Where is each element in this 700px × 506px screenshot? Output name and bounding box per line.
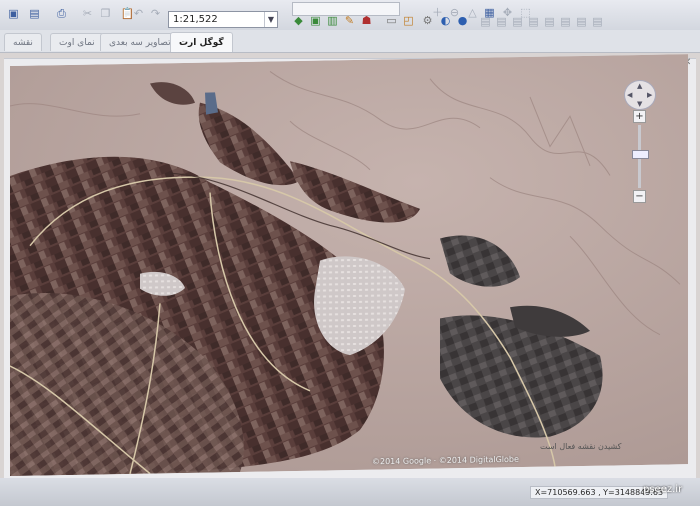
layer-icon[interactable]: ▣ [308,13,323,28]
doc-icon[interactable]: ▭ [384,13,399,28]
satellite-map[interactable] [10,54,688,476]
redo-icon[interactable]: ↷ [148,6,163,21]
tool-e-icon[interactable]: ▤ [542,14,557,29]
pan-up-icon[interactable]: ▲ [637,82,642,90]
save-icon[interactable]: ▣ [6,6,21,21]
pan-right-icon[interactable]: ▶ [647,91,652,99]
undo-icon[interactable]: ↶ [131,6,146,21]
tool-h-icon[interactable]: ▤ [590,14,605,29]
pan-left-icon[interactable]: ◀ [627,91,632,99]
tool-d-icon[interactable]: ▤ [526,14,541,29]
tab-label: گوگل ارت [179,37,224,48]
info-icon[interactable]: ● [455,13,470,28]
tab-map[interactable]: نقشه [4,33,42,51]
pan-control[interactable]: ▲ ◀ ▶ ▼ [624,80,656,110]
map-navigation-control: ▲ ◀ ▶ ▼ + − [622,80,666,210]
scale-select[interactable]: 1:21,522 ▼ [168,11,278,28]
tab-aerial[interactable]: نمای اوت [50,33,104,51]
tab-3d[interactable]: تصاویر سه بعدی [100,33,180,51]
print-icon[interactable]: ⎙ [54,6,69,21]
status-message: کشیدن نقشه فعال است [540,442,622,451]
tab-label: نقشه [13,37,33,48]
tab-label: نمای اوت [59,37,95,48]
chevron-down-icon[interactable]: ▼ [264,12,277,27]
save-as-icon[interactable]: ▤ [27,6,42,21]
tab-google-earth[interactable]: گوگل ارت [170,32,233,52]
layer-add-icon[interactable]: ◆ [291,13,306,28]
zoom-slider-thumb[interactable] [632,150,649,159]
tab-bar: نقشه نمای اوت تصاویر سه بعدی گوگل ارت [0,30,700,53]
watermark: pseez.ir [643,484,683,495]
layer-edit-icon[interactable]: ▥ [325,13,340,28]
scale-value: 1:21,522 [173,14,218,25]
users-icon[interactable]: ☗ [359,13,374,28]
tools-icon[interactable]: ⚙ [420,13,435,28]
tool-c-icon[interactable]: ▤ [510,14,525,29]
toolbar: ▣ ▤ ⎙ ✂ ❐ 📋 ↶ ↷ ＋ ⊖ △ ▦ ✥ ⬚ 1:21,522 ▼ ◆… [0,0,700,31]
globe-icon[interactable]: ◐ [438,13,453,28]
tab-label: تصاویر سه بعدی [109,37,171,48]
zoom-in-button[interactable]: + [633,110,646,123]
tool-f-icon[interactable]: ▤ [558,14,573,29]
edit-icon[interactable]: ✎ [342,13,357,28]
pan-down-icon[interactable]: ▼ [637,100,642,108]
cut-icon[interactable]: ✂ [80,6,95,21]
tool-b-icon[interactable]: ▤ [494,14,509,29]
copy-icon[interactable]: ❐ [98,6,113,21]
tool-g-icon[interactable]: ▤ [574,14,589,29]
tool-a-icon[interactable]: ▤ [478,14,493,29]
folder-icon[interactable]: ◰ [401,13,416,28]
zoom-out-button[interactable]: − [633,190,646,203]
satellite-image [10,54,688,476]
